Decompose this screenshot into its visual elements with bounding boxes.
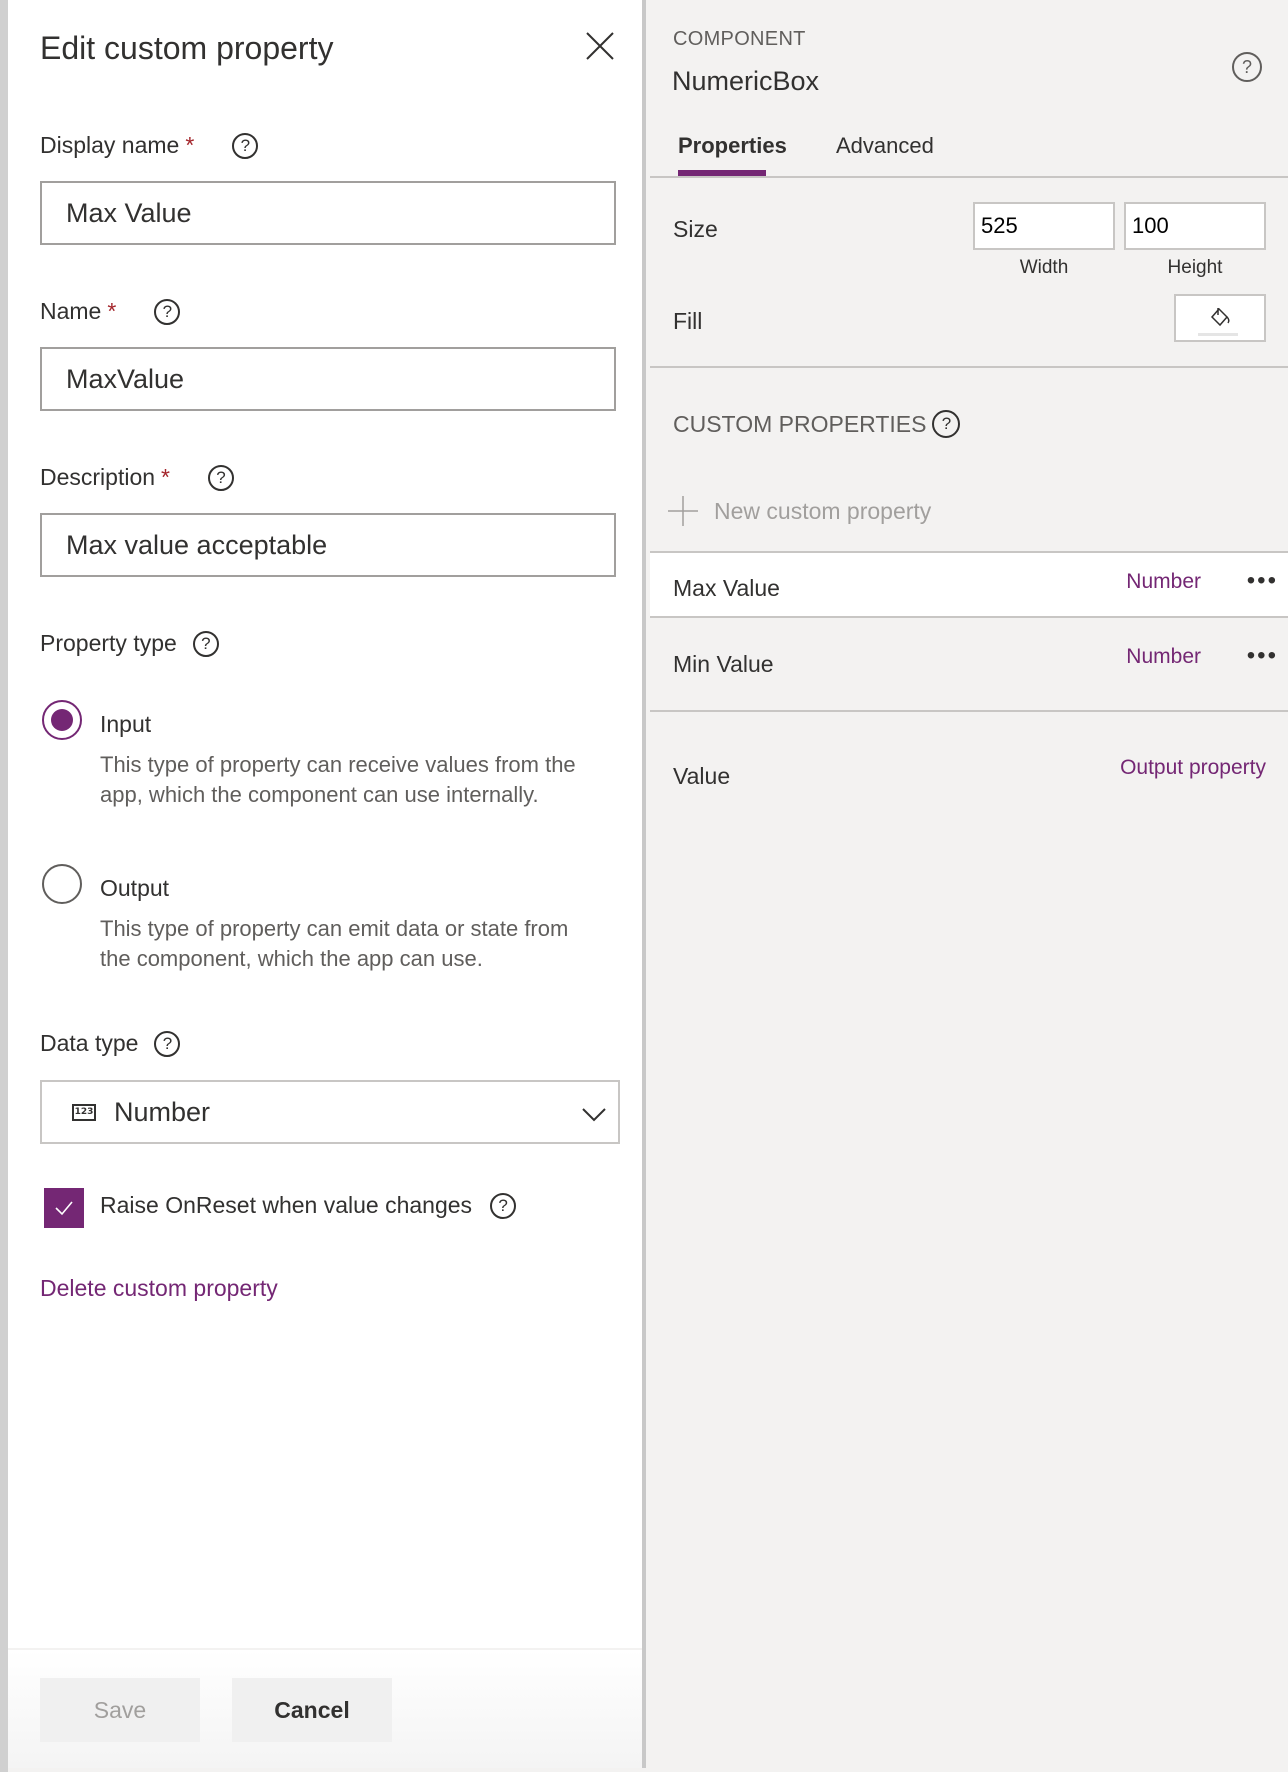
- description-input[interactable]: Max value acceptable: [40, 513, 616, 577]
- raise-onreset-text[interactable]: Raise OnReset when value changes: [100, 1192, 472, 1219]
- fill-label: Fill: [673, 308, 703, 334]
- name-label: Name * ?: [40, 298, 181, 325]
- help-icon[interactable]: ?: [154, 298, 181, 325]
- custom-property-type: Number: [1126, 645, 1201, 668]
- radio-input-label[interactable]: Input: [100, 711, 151, 738]
- tabs-divider: [650, 176, 1288, 178]
- section-divider: [650, 366, 1288, 368]
- help-icon[interactable]: ?: [232, 132, 259, 159]
- custom-property-row[interactable]: Max Value Number •••: [650, 553, 1288, 616]
- close-icon: [586, 32, 614, 60]
- radio-input-button[interactable]: [42, 700, 82, 740]
- output-property-name: Value: [673, 763, 731, 789]
- help-icon[interactable]: ?: [1232, 52, 1262, 82]
- display-name-label-text: Display name: [40, 132, 180, 158]
- raise-onreset-label: Raise OnReset when value changes ?: [100, 1192, 517, 1219]
- height-input[interactable]: 100: [1124, 202, 1266, 250]
- close-button[interactable]: [584, 30, 616, 62]
- name-label-text: Name: [40, 298, 102, 324]
- radio-input[interactable]: [42, 700, 82, 740]
- save-button[interactable]: Save: [40, 1678, 200, 1742]
- display-name-label: Display name * ?: [40, 132, 259, 159]
- component-caption: COMPONENT: [673, 28, 806, 50]
- component-name: NumericBox: [672, 66, 820, 96]
- display-name-input[interactable]: Max Value: [40, 181, 616, 245]
- tab-advanced[interactable]: Advanced: [836, 133, 934, 159]
- plus-icon: [668, 496, 698, 526]
- radio-output-button[interactable]: [42, 864, 82, 904]
- app-frame: Edit custom property Display name * ? Ma…: [0, 0, 1288, 1772]
- more-options-icon[interactable]: •••: [1247, 642, 1278, 670]
- new-custom-property-label: New custom property: [714, 497, 932, 524]
- width-input[interactable]: 525: [973, 202, 1115, 250]
- radio-output-description: This type of property can emit data or s…: [100, 916, 569, 971]
- description-label-text: Description: [40, 464, 156, 490]
- window-edge: [0, 0, 8, 1772]
- custom-property-row[interactable]: Min Value Number •••: [650, 618, 1288, 710]
- help-icon[interactable]: ?: [490, 1192, 517, 1219]
- radio-selected-dot: [51, 709, 73, 731]
- help-icon[interactable]: ?: [208, 464, 234, 491]
- raise-onreset-checkbox[interactable]: [44, 1188, 84, 1228]
- cancel-button[interactable]: Cancel: [232, 1678, 392, 1742]
- output-property-type[interactable]: Output property: [1120, 756, 1266, 780]
- checkmark-icon: [55, 1201, 73, 1216]
- new-custom-property-button[interactable]: New custom property: [666, 494, 931, 528]
- height-label: Height: [1167, 257, 1223, 278]
- help-icon[interactable]: ?: [154, 1030, 181, 1057]
- dialog-title: Edit custom property: [40, 30, 334, 66]
- edit-custom-property-dialog: Edit custom property Display name * ? Ma…: [8, 0, 646, 1768]
- size-label: Size: [673, 216, 718, 242]
- delete-custom-property-link[interactable]: Delete custom property: [40, 1275, 278, 1302]
- paint-bucket-icon: [1210, 307, 1230, 327]
- data-type-value: Number: [114, 1096, 211, 1127]
- list-divider: [650, 710, 1288, 712]
- custom-property-type: Number: [1126, 570, 1201, 593]
- custom-property-name: Max Value: [673, 575, 780, 601]
- radio-output[interactable]: [42, 864, 82, 904]
- chevron-down-icon: [582, 1108, 606, 1122]
- property-type-label: Property type ?: [40, 630, 219, 657]
- data-type-dropdown[interactable]: 123 Number: [40, 1080, 620, 1144]
- fill-color-swatch: [1198, 333, 1238, 336]
- fill-color-picker[interactable]: [1174, 294, 1266, 342]
- component-properties-panel: COMPONENT NumericBox ? Properties Advanc…: [650, 0, 1288, 1768]
- data-type-label: Data type ?: [40, 1030, 181, 1057]
- property-type-label-text: Property type: [40, 630, 177, 656]
- help-icon[interactable]: ?: [932, 410, 961, 438]
- radio-input-description: This type of property can receive values…: [100, 752, 576, 807]
- help-icon[interactable]: ?: [192, 630, 219, 657]
- data-type-label-text: Data type: [40, 1030, 139, 1056]
- custom-properties-header: CUSTOM PROPERTIES ?: [673, 410, 961, 438]
- tab-properties[interactable]: Properties: [678, 133, 787, 159]
- more-options-icon[interactable]: •••: [1247, 567, 1278, 595]
- required-mark: *: [185, 132, 195, 158]
- custom-properties-title: CUSTOM PROPERTIES: [673, 410, 927, 437]
- width-label: Width: [1019, 257, 1069, 278]
- required-mark: *: [107, 298, 117, 324]
- description-label: Description * ?: [40, 464, 234, 491]
- radio-output-label[interactable]: Output: [100, 875, 169, 902]
- name-input[interactable]: MaxValue: [40, 347, 616, 411]
- custom-property-name: Min Value: [673, 651, 774, 677]
- number-type-icon: 123: [72, 1103, 96, 1121]
- required-mark: *: [161, 464, 170, 490]
